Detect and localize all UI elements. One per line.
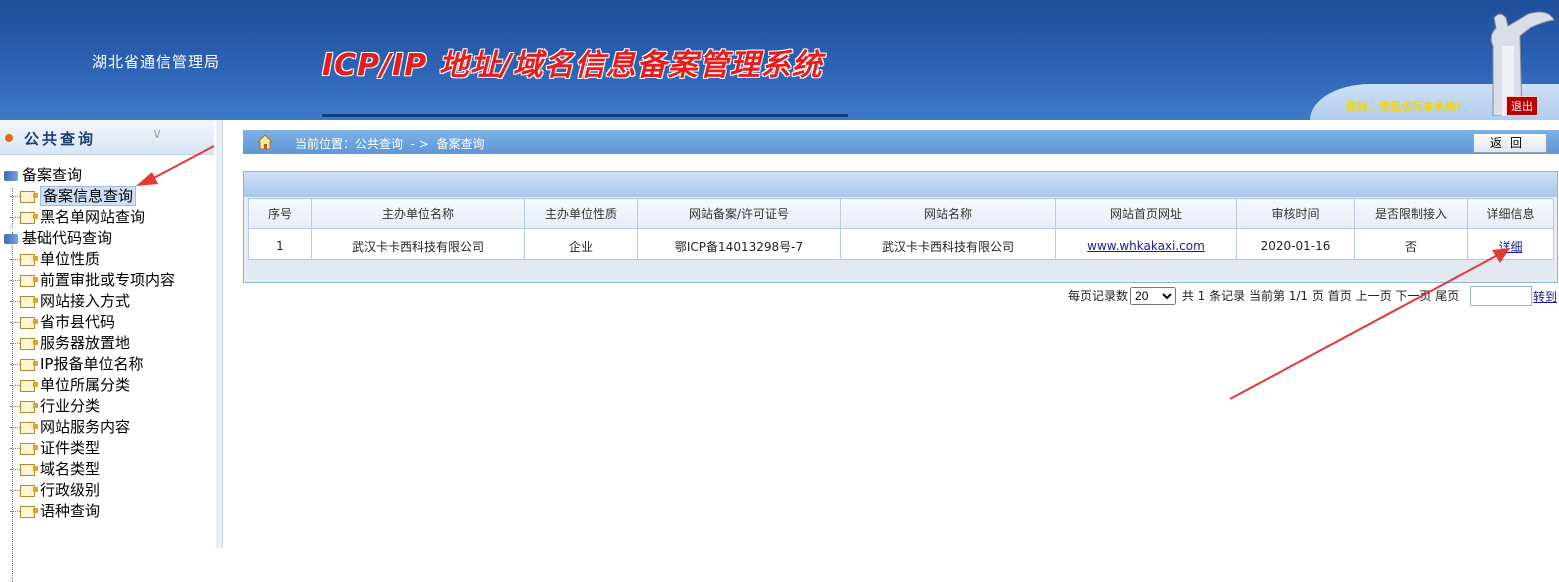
page-icon <box>20 190 38 203</box>
tree-item-label: 行政级别 <box>40 481 101 499</box>
tree-item[interactable]: 行政级别 <box>10 479 100 499</box>
org-name: 湖北省通信管理局 <box>92 53 221 71</box>
tree-item-label: 网站服务内容 <box>40 418 131 436</box>
tree-item[interactable]: 网站服务内容 <box>10 416 130 436</box>
tree-node-base-code-query[interactable]: 基础代码查询 <box>4 227 112 247</box>
column-header: 是否限制接入 <box>1354 198 1468 229</box>
table-header-row: 序号 主办单位名称 主办单位性质 网站备案/许可证号 网站名称 网站首页网址 审… <box>248 198 1554 229</box>
results-panel: 序号 主办单位名称 主办单位性质 网站备案/许可证号 网站名称 网站首页网址 审… <box>243 171 1558 283</box>
breadcrumb-current: 备案查询 <box>436 137 485 151</box>
tree-item-label: 前置审批或专项内容 <box>40 271 176 289</box>
page-icon <box>20 253 38 266</box>
go-button[interactable]: 转到 <box>1533 288 1557 305</box>
tree-item[interactable]: 证件类型 <box>10 437 100 457</box>
last-page-button[interactable]: 尾页 <box>1435 289 1459 303</box>
current-page: 当前第 1/1 页 <box>1248 289 1324 303</box>
tree-item[interactable]: 服务器放置地 <box>10 332 130 352</box>
tree-item[interactable]: 网站接入方式 <box>10 290 130 310</box>
tree-node-label: 备案查询 <box>22 166 83 184</box>
page-icon <box>20 379 38 392</box>
sidebar-section-title: 公共查询 <box>24 130 97 148</box>
tree-node-label: 基础代码查询 <box>22 229 113 247</box>
logout-button[interactable]: 退出 <box>1506 96 1538 116</box>
tree-item[interactable]: 省市县代码 <box>10 311 115 331</box>
tree-item[interactable]: 单位所属分类 <box>10 374 130 394</box>
tree-item-label: 备案信息查询 <box>40 186 137 206</box>
greeting-text: 您好，欢迎访问本系统! <box>1346 100 1462 113</box>
tree-item-label: 省市县代码 <box>40 313 116 331</box>
system-title: ICP/IP 地址/域名信息备案管理系统 <box>322 48 823 83</box>
page-jump-input[interactable] <box>1470 286 1532 306</box>
sidebar: 公共查询 ∨ 备案查询 备案信息查询 黑名单网站查询 基础代码查询 单位性质 前… <box>0 120 217 582</box>
pagination: 每页记录数 20 共 1 条记录 当前第 1/1 页 首页 上一页 下一页 尾页 … <box>1068 286 1557 306</box>
tree-item-blacklist-query[interactable]: 黑名单网站查询 <box>10 206 145 226</box>
chevron-down-icon[interactable]: ∨ <box>152 126 162 142</box>
prev-page-button[interactable]: 上一页 <box>1356 289 1392 303</box>
tree-item[interactable]: 语种查询 <box>10 500 100 520</box>
results-table: 序号 主办单位名称 主办单位性质 网站备案/许可证号 网站名称 网站首页网址 审… <box>248 198 1554 264</box>
tree-item-label: 行业分类 <box>40 397 101 415</box>
first-page-button[interactable]: 首页 <box>1328 289 1352 303</box>
tree-item[interactable]: IP报备单位名称 <box>10 353 143 373</box>
results-panel-header <box>244 172 1557 197</box>
page-icon <box>20 274 38 287</box>
page-icon <box>20 463 38 476</box>
bullet-icon <box>5 134 13 142</box>
column-header: 网站备案/许可证号 <box>637 198 841 229</box>
sidebar-splitter[interactable] <box>216 120 223 548</box>
page-icon <box>20 337 38 350</box>
page-icon <box>20 421 38 434</box>
per-page-select[interactable]: 20 <box>1130 287 1177 305</box>
tree-item-label: 证件类型 <box>40 439 101 457</box>
tree-node-beian-query[interactable]: 备案查询 <box>4 164 82 184</box>
tree-item-label: 黑名单网站查询 <box>40 208 146 226</box>
detail-link[interactable]: 详细 <box>1498 240 1522 254</box>
folder-icon <box>4 233 18 244</box>
tree-item[interactable]: 单位性质 <box>10 248 100 268</box>
page-icon <box>20 358 38 371</box>
tree-item-beian-info-query[interactable]: 备案信息查询 <box>10 185 137 206</box>
tree-item-label: 域名类型 <box>40 460 101 478</box>
tree-item-label: 单位性质 <box>40 250 101 268</box>
column-header: 详细信息 <box>1467 198 1554 229</box>
page-icon <box>20 295 38 308</box>
tree-item-label: 服务器放置地 <box>40 334 131 352</box>
tree-item-label: 网站接入方式 <box>40 292 131 310</box>
breadcrumb-separator: - > <box>410 137 429 151</box>
next-page-button[interactable]: 下一页 <box>1395 289 1431 303</box>
column-header: 主办单位性质 <box>524 198 638 229</box>
page-icon <box>20 484 38 497</box>
page-icon <box>20 442 38 455</box>
tree-item-label: 单位所属分类 <box>40 376 131 394</box>
per-page-label: 每页记录数 <box>1068 289 1129 303</box>
home-icon <box>257 134 273 150</box>
sidebar-section-header[interactable]: 公共查询 ∨ <box>0 120 214 155</box>
results-panel-footer <box>248 259 1554 280</box>
tree-item[interactable]: 域名类型 <box>10 458 100 478</box>
tree-item-label: 语种查询 <box>40 502 101 520</box>
folder-icon <box>4 170 18 181</box>
breadcrumb: 当前位置：公共查询 - > 备案查询 <box>243 130 1559 154</box>
total-records: 共 1 条记录 <box>1181 289 1246 303</box>
column-header: 网站首页网址 <box>1055 198 1237 229</box>
tree-item[interactable]: 行业分类 <box>10 395 100 415</box>
page-icon <box>20 505 38 518</box>
tree-item-label: IP报备单位名称 <box>40 355 144 373</box>
app-header: 湖北省通信管理局 ICP/IP 地址/域名信息备案管理系统 您好，欢迎访问本系统… <box>0 0 1559 120</box>
site-url-link[interactable]: www.whkakaxi.com <box>1087 239 1205 253</box>
page-icon <box>20 400 38 413</box>
column-header: 网站名称 <box>840 198 1056 229</box>
title-underline <box>322 114 848 117</box>
page-icon <box>20 211 38 224</box>
column-header: 序号 <box>248 198 312 229</box>
back-button[interactable]: 返回 <box>1473 133 1547 153</box>
column-header: 审核时间 <box>1236 198 1355 229</box>
breadcrumb-label: 当前位置：公共查询 <box>295 137 404 151</box>
tree-item[interactable]: 前置审批或专项内容 <box>10 269 175 289</box>
column-header: 主办单位名称 <box>311 198 525 229</box>
page-icon <box>20 316 38 329</box>
